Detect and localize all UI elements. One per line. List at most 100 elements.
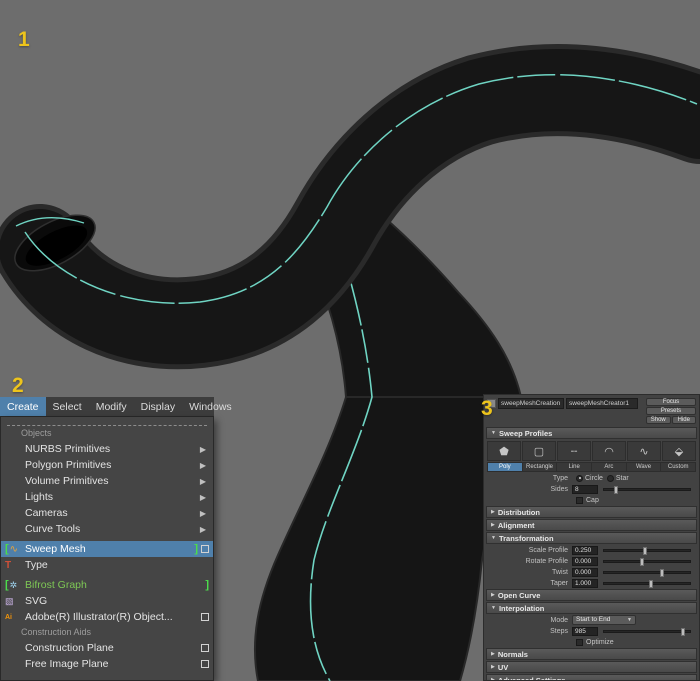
sides-field[interactable]: 8 [572,484,598,494]
annotation-3: 3 [481,397,493,420]
node-name-field[interactable]: sweepMeshCreator1 [566,398,638,409]
new-feature-bracket-left-icon: [ [5,543,9,555]
submenu-arrow-icon: ▶ [199,460,206,470]
menu-windows[interactable]: Windows [182,397,239,416]
menu-item-volume-primitives[interactable]: Volume Primitives ▶ [1,473,213,489]
section-transformation[interactable]: ▼ Transformation [486,532,697,544]
presets-button[interactable]: Presets [646,407,696,415]
steps-field[interactable]: 985 [572,626,598,636]
optimize-row: Optimize [487,637,696,647]
node-type-field[interactable]: sweepMeshCreation [498,398,564,409]
option-box[interactable] [201,644,209,652]
mode-label: Mode [550,616,568,624]
sweep-mesh-icon: ∿ [9,543,19,555]
tab-poly[interactable]: Poly [488,463,523,471]
submenu-arrow-icon: ▶ [199,524,206,534]
taper-label: Taper [550,579,568,587]
collapsed-arrow-icon: ▶ [491,664,495,670]
section-title: UV [497,662,509,672]
option-box[interactable] [201,613,209,621]
menu-item-type[interactable]: T Type [1,557,213,573]
menu-item-polygon-primitives[interactable]: Polygon Primitives ▶ [1,457,213,473]
option-box[interactable] [201,545,209,553]
focus-button[interactable]: Focus [646,398,696,406]
tab-custom[interactable]: Custom [661,463,695,471]
profile-tabs: Poly Rectangle Line Arc Wave Custom [487,462,696,472]
menu-item-label: Volume Primitives [25,475,109,487]
twist-slider[interactable] [603,568,691,577]
star-radio[interactable] [606,474,614,482]
menu-item-curve-tools[interactable]: Curve Tools ▶ [1,521,213,537]
custom-profile-icon[interactable]: ⬙ [662,441,696,461]
circle-radio[interactable] [576,474,583,482]
cap-row: Cap [487,495,696,505]
section-normals[interactable]: ▶ Normals [486,648,697,660]
rotate-profile-slider[interactable] [603,557,691,566]
menu-section-construction-aids: Construction Aids [21,627,92,637]
scale-profile-row: Scale Profile 0.250 [487,545,696,555]
cap-label: Cap [586,496,599,504]
menu-item-adobe-illustrator-object[interactable]: Ai Adobe(R) Illustrator(R) Object... [1,609,213,625]
scale-profile-field[interactable]: 0.250 [572,545,598,555]
section-alignment[interactable]: ▶ Alignment [486,519,697,531]
section-distribution[interactable]: ▶ Distribution [486,506,697,518]
optimize-checkbox[interactable] [576,638,583,646]
annotation-1: 1 [18,28,30,51]
section-interpolation[interactable]: ▼ Interpolation [486,602,697,614]
show-button[interactable]: Show [646,416,671,424]
option-box[interactable] [201,660,209,668]
menu-item-free-image-plane[interactable]: Free Image Plane [1,656,213,672]
rotate-profile-field[interactable]: 0.000 [572,556,598,566]
create-menu-dropdown: Objects NURBS Primitives ▶ Polygon Primi… [0,417,214,681]
menu-item-label: SVG [25,595,48,607]
tab-line[interactable]: Line [557,463,593,471]
menu-display[interactable]: Display [134,397,182,416]
type-row: Type Circle Star [487,473,696,483]
taper-slider[interactable] [603,579,691,588]
annotation-2: 2 [12,374,24,397]
section-open-curve[interactable]: ▶ Open Curve [486,589,697,601]
menu-modify[interactable]: Modify [89,397,134,416]
star-radio-label: Star [615,474,629,482]
section-uv[interactable]: ▶ UV [486,661,697,673]
menu-create[interactable]: Create [0,397,46,416]
expanded-arrow-icon: ▼ [491,535,496,541]
cap-checkbox[interactable] [576,496,583,504]
section-sweep-profiles[interactable]: ▼ Sweep Profiles [486,427,697,439]
attribute-editor-panel: sweepMeshCreation sweepMeshCreator1 Focu… [483,394,700,681]
poly-profile-icon[interactable]: ⬟ [487,441,521,461]
collapsed-arrow-icon: ▶ [491,509,495,515]
tearoff-handle[interactable] [7,419,207,426]
circle-radio-label: Circle [585,474,603,482]
twist-row: Twist 0.000 [487,567,696,577]
line-profile-icon[interactable]: ╌ [557,441,591,461]
arc-profile-icon[interactable]: ◠ [592,441,626,461]
scale-profile-slider[interactable] [603,546,691,555]
menu-item-nurbs-primitives[interactable]: NURBS Primitives ▶ [1,441,213,457]
collapsed-arrow-icon: ▶ [491,677,495,681]
steps-slider[interactable] [603,627,691,636]
menu-select[interactable]: Select [46,397,89,416]
menu-item-cameras[interactable]: Cameras ▶ [1,505,213,521]
rectangle-profile-icon[interactable]: ▢ [522,441,556,461]
sides-slider[interactable] [603,485,691,494]
new-feature-bracket-right-icon: ] [205,579,209,591]
menu-item-bifrost-graph[interactable]: [ ✲ Bifrost Graph ] [1,577,213,593]
menu-item-label: Sweep Mesh [25,543,86,555]
tab-rectangle[interactable]: Rectangle [523,463,558,471]
menu-item-svg[interactable]: ▧ SVG [1,593,213,609]
taper-field[interactable]: 1.000 [572,578,598,588]
icon-gutter: [ ∿ [5,544,25,555]
menu-item-label: Free Image Plane [25,658,109,670]
section-advanced-settings[interactable]: ▶ Advanced Settings [486,674,697,681]
mode-dropdown[interactable]: Start to End ▼ [572,615,636,625]
menu-item-lights[interactable]: Lights ▶ [1,489,213,505]
optimize-label: Optimize [586,638,614,646]
menu-item-sweep-mesh[interactable]: [ ∿ Sweep Mesh ] [1,541,213,557]
tab-arc[interactable]: Arc [592,463,627,471]
wave-profile-icon[interactable]: ∿ [627,441,661,461]
twist-field[interactable]: 0.000 [572,567,598,577]
tab-wave[interactable]: Wave [627,463,662,471]
menu-item-construction-plane[interactable]: Construction Plane [1,640,213,656]
hide-button[interactable]: Hide [671,416,696,424]
